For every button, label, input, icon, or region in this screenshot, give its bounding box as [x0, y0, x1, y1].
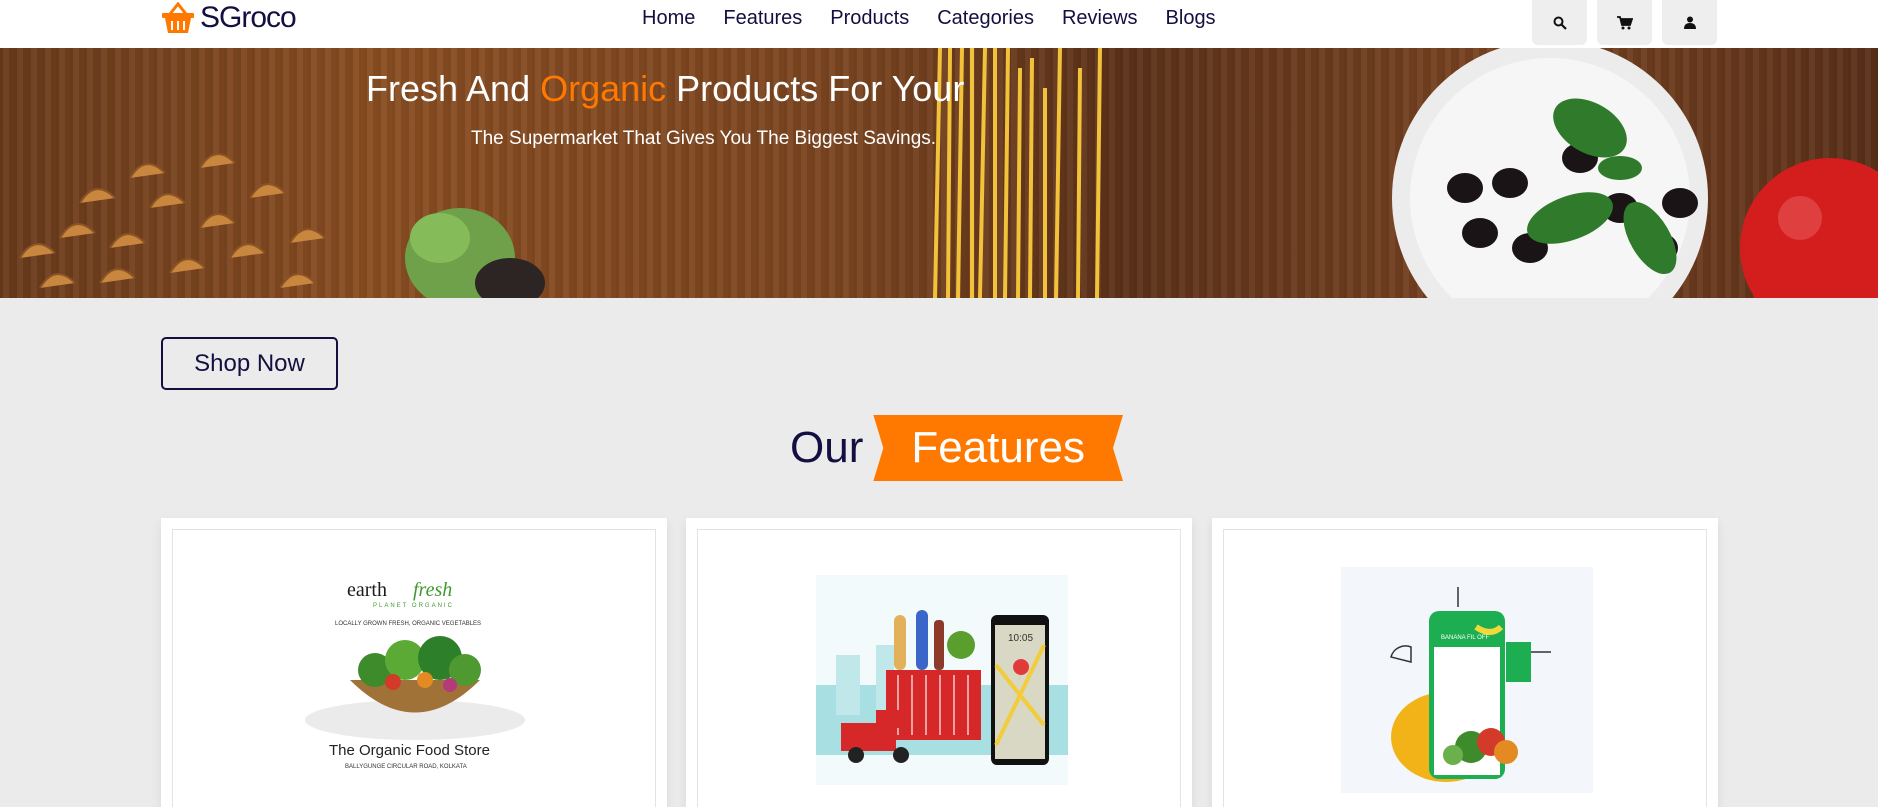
nav-blogs[interactable]: Blogs	[1166, 7, 1216, 30]
banner-subtitle: The Supermarket That Gives You The Bigge…	[471, 128, 937, 149]
card1-small: LOCALLY GROWN FRESH, ORGANIC VEGETABLES	[335, 621, 481, 627]
logo-text: SGroco	[200, 1, 297, 34]
nav-features[interactable]: Features	[723, 7, 802, 30]
feature-card: BANANA FIL OFF	[1212, 518, 1718, 807]
card-frame: BANANA FIL OFF	[1223, 529, 1707, 807]
card1-address: BALLYGUNGE CIRCULAR ROAD, KOLKATA	[345, 764, 467, 770]
nav-products[interactable]: Products	[830, 7, 909, 30]
cart-button[interactable]	[1597, 0, 1652, 45]
feature-card: 10:05	[686, 518, 1192, 807]
nav-home[interactable]: Home	[642, 7, 695, 30]
cart-icon	[1616, 15, 1633, 29]
nav-reviews[interactable]: Reviews	[1062, 7, 1138, 30]
card-frame: 10:05	[697, 529, 1181, 807]
grocery-app-image: BANANA FIL OFF	[1341, 567, 1593, 793]
feature-card: earth fresh PLANET ORGANIC LOCALLY GROWN…	[161, 518, 667, 807]
heading-features: Features	[873, 415, 1123, 481]
search-icon	[1553, 16, 1567, 30]
banner-title: Fresh And Organic Products For Your	[366, 68, 964, 110]
card-frame: earth fresh PLANET ORGANIC LOCALLY GROWN…	[172, 529, 656, 807]
header: SGroco Home Features Products Categories…	[0, 0, 1878, 48]
banner-title-part2: Products For Your	[666, 68, 965, 109]
card1-brand-earth: earth	[347, 579, 387, 601]
header-icons	[1532, 0, 1717, 45]
logo[interactable]: SGroco	[160, 0, 297, 36]
search-button[interactable]	[1532, 0, 1587, 45]
card1-store-name: The Organic Food Store	[329, 742, 490, 759]
heading-our: Our	[790, 423, 864, 472]
user-icon	[1683, 16, 1696, 29]
card3-app-text: BANANA FIL OFF	[1441, 635, 1489, 641]
features-heading: Our Features	[790, 415, 1123, 481]
nav-categories[interactable]: Categories	[937, 7, 1034, 30]
shop-now-button[interactable]: Shop Now	[161, 337, 338, 390]
hero-banner: Fresh And Organic Products For Your The …	[0, 48, 1878, 298]
delivery-image: 10:05	[816, 575, 1068, 785]
organic-store-image: earth fresh PLANET ORGANIC LOCALLY GROWN…	[305, 579, 525, 770]
main-nav: Home Features Products Categories Review…	[642, 0, 1216, 36]
card1-tag: PLANET ORGANIC	[373, 603, 454, 609]
user-button[interactable]	[1662, 0, 1717, 45]
basket-icon	[162, 2, 194, 33]
card2-phone-time: 10:05	[1008, 633, 1033, 644]
banner-title-part1: Fresh And	[366, 68, 541, 109]
banner-title-highlight: Organic	[540, 68, 667, 109]
card1-brand-fresh: fresh	[413, 579, 452, 601]
